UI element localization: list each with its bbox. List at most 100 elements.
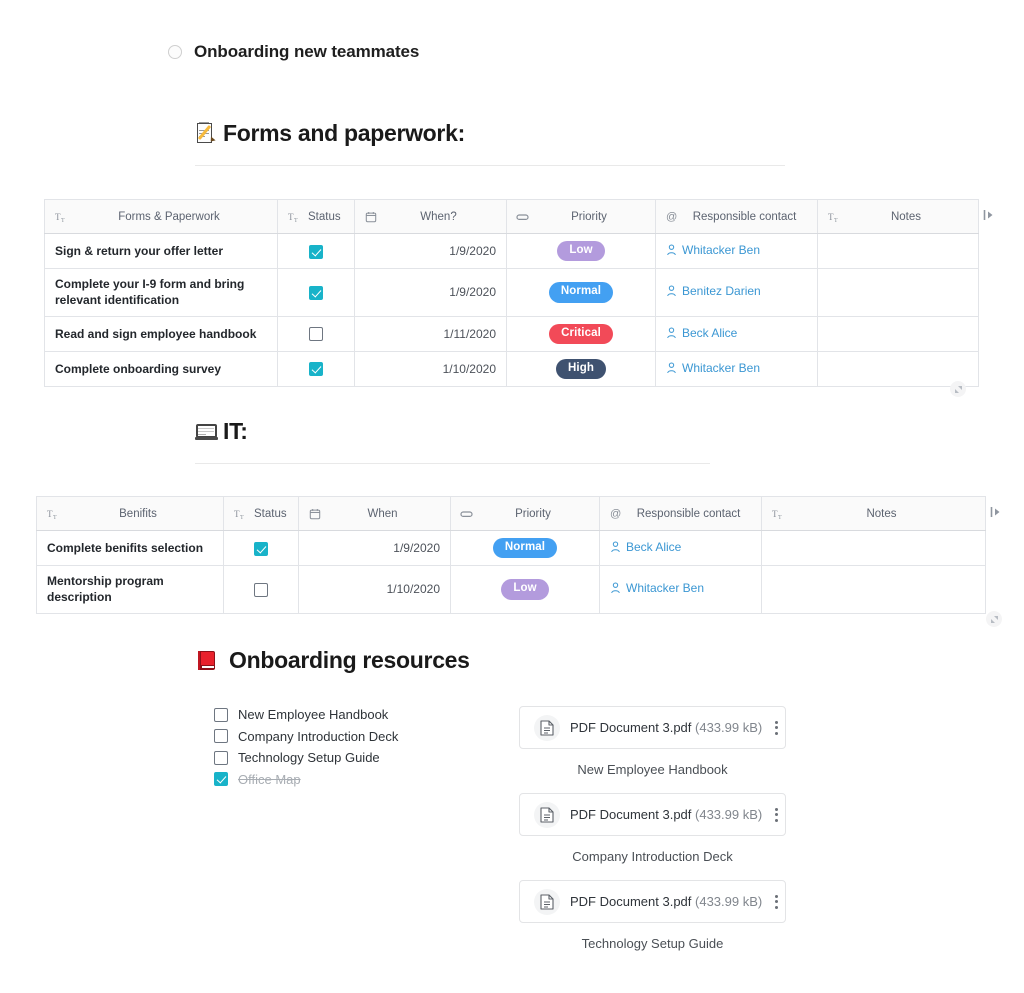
table-row[interactable]: Complete onboarding survey 1/10/2020 Hig… bbox=[45, 351, 979, 386]
priority-badge[interactable]: Normal bbox=[493, 538, 557, 558]
contact-chip[interactable]: Whitacker Ben bbox=[666, 243, 760, 257]
expand-panel-icon[interactable] bbox=[989, 505, 1002, 519]
priority-badge[interactable]: Low bbox=[557, 241, 604, 261]
expand-panel-icon[interactable] bbox=[982, 208, 995, 222]
more-options-icon[interactable] bbox=[772, 804, 781, 826]
cell-status[interactable] bbox=[224, 566, 299, 613]
attachment-card[interactable]: PDF Document 3.pdf (433.99 kB) bbox=[519, 706, 786, 749]
status-checkbox[interactable] bbox=[309, 286, 323, 300]
column-header-notes[interactable]: TT Notes bbox=[762, 497, 986, 531]
person-icon bbox=[610, 582, 621, 594]
contact-chip[interactable]: Benitez Darien bbox=[666, 284, 761, 298]
list-item[interactable]: New Employee Handbook bbox=[214, 704, 398, 726]
cell-task-name[interactable]: Read and sign employee handbook bbox=[45, 316, 278, 351]
priority-badge[interactable]: Normal bbox=[549, 282, 613, 302]
cell-notes[interactable] bbox=[818, 269, 979, 316]
priority-badge[interactable]: Low bbox=[501, 579, 548, 599]
cell-when[interactable]: 1/9/2020 bbox=[299, 531, 451, 566]
cell-contact[interactable]: Whitacker Ben bbox=[600, 566, 762, 613]
cell-task-name[interactable]: Complete your I-9 form and bring relevan… bbox=[45, 269, 278, 316]
attachment-card[interactable]: PDF Document 3.pdf (433.99 kB) bbox=[519, 880, 786, 923]
column-header-when[interactable]: When bbox=[299, 497, 451, 531]
column-header-priority[interactable]: Priority bbox=[451, 497, 600, 531]
resource-checkbox[interactable] bbox=[214, 708, 228, 722]
column-header-when[interactable]: When? bbox=[355, 200, 507, 234]
cell-when[interactable]: 1/11/2020 bbox=[355, 316, 507, 351]
table-resize-grip[interactable] bbox=[950, 381, 966, 397]
table-row[interactable]: Read and sign employee handbook 1/11/202… bbox=[45, 316, 979, 351]
cell-priority[interactable]: Low bbox=[507, 234, 656, 269]
cell-task-name[interactable]: Sign & return your offer letter bbox=[45, 234, 278, 269]
cell-task-name[interactable]: Complete onboarding survey bbox=[45, 351, 278, 386]
table-row[interactable]: Mentorship program description 1/10/2020… bbox=[37, 566, 986, 613]
contact-name: Whitacker Ben bbox=[682, 361, 760, 375]
cell-when[interactable]: 1/10/2020 bbox=[299, 566, 451, 613]
resource-checkbox[interactable] bbox=[214, 751, 228, 765]
contact-name: Beck Alice bbox=[682, 326, 737, 340]
cell-notes[interactable] bbox=[762, 566, 986, 613]
column-header-name[interactable]: TT Forms & Paperwork bbox=[45, 200, 278, 234]
cell-contact[interactable]: Whitacker Ben bbox=[656, 351, 818, 386]
contact-chip[interactable]: Beck Alice bbox=[666, 326, 737, 340]
cell-notes[interactable] bbox=[762, 531, 986, 566]
resource-checkbox[interactable] bbox=[214, 772, 228, 786]
section-heading-resources: Onboarding resources bbox=[195, 647, 470, 674]
cell-contact[interactable]: Beck Alice bbox=[600, 531, 762, 566]
attachment-card[interactable]: PDF Document 3.pdf (433.99 kB) bbox=[519, 793, 786, 836]
radio-circle-icon[interactable] bbox=[168, 45, 182, 59]
column-header-label: Notes bbox=[842, 211, 970, 223]
cell-contact[interactable]: Benitez Darien bbox=[656, 269, 818, 316]
list-item[interactable]: Office Map bbox=[214, 769, 398, 791]
cell-status[interactable] bbox=[224, 531, 299, 566]
cell-contact[interactable]: Beck Alice bbox=[656, 316, 818, 351]
contact-name: Benitez Darien bbox=[682, 284, 761, 298]
contact-chip[interactable]: Whitacker Ben bbox=[610, 581, 704, 595]
table-row[interactable]: Complete your I-9 form and bring relevan… bbox=[45, 269, 979, 316]
table-row[interactable]: Complete benifits selection 1/9/2020 Nor… bbox=[37, 531, 986, 566]
cell-when[interactable]: 1/9/2020 bbox=[355, 234, 507, 269]
cell-notes[interactable] bbox=[818, 234, 979, 269]
cell-when[interactable]: 1/10/2020 bbox=[355, 351, 507, 386]
status-checkbox[interactable] bbox=[254, 542, 268, 556]
priority-badge[interactable]: Critical bbox=[549, 324, 613, 344]
cell-priority[interactable]: Low bbox=[451, 566, 600, 613]
cell-when[interactable]: 1/9/2020 bbox=[355, 269, 507, 316]
cell-priority[interactable]: Normal bbox=[451, 531, 600, 566]
list-item[interactable]: Company Introduction Deck bbox=[214, 726, 398, 748]
more-options-icon[interactable] bbox=[772, 717, 781, 739]
status-checkbox[interactable] bbox=[309, 362, 323, 376]
contact-chip[interactable]: Whitacker Ben bbox=[666, 361, 760, 375]
column-header-notes[interactable]: TT Notes bbox=[818, 200, 979, 234]
table-row[interactable]: Sign & return your offer letter 1/9/2020… bbox=[45, 234, 979, 269]
cell-notes[interactable] bbox=[818, 316, 979, 351]
column-header-contact[interactable]: @ Responsible contact bbox=[656, 200, 818, 234]
cell-status[interactable] bbox=[278, 351, 355, 386]
status-checkbox[interactable] bbox=[254, 583, 268, 597]
column-header-label: When bbox=[323, 508, 442, 520]
column-header-priority[interactable]: Priority bbox=[507, 200, 656, 234]
column-header-name[interactable]: TT Benifits bbox=[37, 497, 224, 531]
laptop-icon bbox=[195, 420, 218, 443]
attachment-caption: Company Introduction Deck bbox=[519, 849, 786, 864]
cell-priority[interactable]: Critical bbox=[507, 316, 656, 351]
cell-contact[interactable]: Whitacker Ben bbox=[656, 234, 818, 269]
priority-badge[interactable]: High bbox=[556, 359, 606, 379]
status-checkbox[interactable] bbox=[309, 245, 323, 259]
column-header-status[interactable]: TT Status bbox=[278, 200, 355, 234]
cell-status[interactable] bbox=[278, 269, 355, 316]
column-header-contact[interactable]: @ Responsible contact bbox=[600, 497, 762, 531]
cell-priority[interactable]: High bbox=[507, 351, 656, 386]
column-header-status[interactable]: TT Status bbox=[224, 497, 299, 531]
cell-status[interactable] bbox=[278, 234, 355, 269]
cell-task-name[interactable]: Mentorship program description bbox=[37, 566, 224, 613]
cell-priority[interactable]: Normal bbox=[507, 269, 656, 316]
more-options-icon[interactable] bbox=[772, 891, 781, 913]
cell-task-name[interactable]: Complete benifits selection bbox=[37, 531, 224, 566]
forms-table: TT Forms & Paperwork TT Status bbox=[44, 199, 979, 387]
list-item[interactable]: Technology Setup Guide bbox=[214, 747, 398, 769]
contact-chip[interactable]: Beck Alice bbox=[610, 540, 681, 554]
cell-status[interactable] bbox=[278, 316, 355, 351]
table-resize-grip[interactable] bbox=[986, 611, 1002, 627]
resource-checkbox[interactable] bbox=[214, 729, 228, 743]
status-checkbox[interactable] bbox=[309, 327, 323, 341]
